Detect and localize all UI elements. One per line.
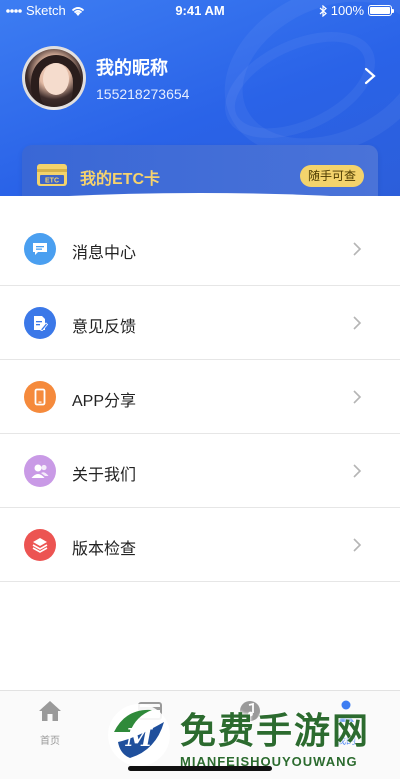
status-bar: Sketch 9:41 AM 100% bbox=[0, 0, 400, 22]
home-icon bbox=[39, 701, 61, 721]
watermark-logo: M bbox=[108, 704, 170, 766]
menu-item-about-us[interactable]: 关于我们 bbox=[0, 434, 400, 508]
users-icon bbox=[24, 455, 56, 487]
etc-card-icon: ETC bbox=[37, 164, 67, 186]
nickname: 我的昵称 bbox=[96, 58, 168, 78]
menu-item-label: 版本检查 bbox=[72, 541, 137, 558]
watermark-title: 免费手游网 bbox=[180, 710, 371, 752]
menu-item-label: 关于我们 bbox=[72, 467, 137, 484]
profile-row[interactable]: 我的昵称 155218273654 bbox=[22, 46, 382, 112]
phone-share-icon bbox=[24, 381, 56, 413]
tab-label: 首页 bbox=[40, 736, 60, 747]
chevron-right-icon bbox=[353, 390, 362, 404]
bluetooth-icon bbox=[319, 4, 327, 17]
feedback-icon bbox=[24, 307, 56, 339]
battery-icon bbox=[368, 5, 394, 16]
chevron-right-icon bbox=[353, 464, 362, 478]
home-indicator bbox=[128, 766, 272, 771]
chevron-right-icon bbox=[353, 242, 362, 256]
phone-number: 155218273654 bbox=[96, 86, 190, 102]
profile-header: Sketch 9:41 AM 100% 我的昵称 155218273654 ET… bbox=[0, 0, 400, 205]
menu-item-label: APP分享 bbox=[72, 393, 137, 410]
battery-percent: 100% bbox=[330, 3, 364, 18]
svg-text:ETC: ETC bbox=[45, 178, 59, 185]
menu-item-label: 消息中心 bbox=[72, 245, 137, 262]
chevron-right-icon bbox=[353, 538, 362, 552]
message-icon bbox=[24, 233, 56, 265]
chevron-right-icon[interactable] bbox=[362, 66, 378, 86]
menu-item-message-center[interactable]: 消息中心 bbox=[0, 212, 400, 286]
menu-item-version-check[interactable]: 版本检查 bbox=[0, 508, 400, 582]
menu-item-app-share[interactable]: APP分享 bbox=[0, 360, 400, 434]
menu-list: 消息中心 意见反馈 APP分享 关于我们 版本检查 bbox=[0, 196, 400, 690]
menu-item-feedback[interactable]: 意见反馈 bbox=[0, 286, 400, 360]
etc-quick-check-button[interactable]: 随手可查 bbox=[299, 165, 364, 187]
avatar[interactable] bbox=[22, 46, 86, 110]
menu-item-label: 意见反馈 bbox=[72, 319, 137, 336]
svg-text:M: M bbox=[125, 723, 154, 752]
chevron-right-icon bbox=[353, 316, 362, 330]
layers-icon bbox=[24, 529, 56, 561]
tab-home[interactable]: 首页 bbox=[20, 699, 80, 747]
